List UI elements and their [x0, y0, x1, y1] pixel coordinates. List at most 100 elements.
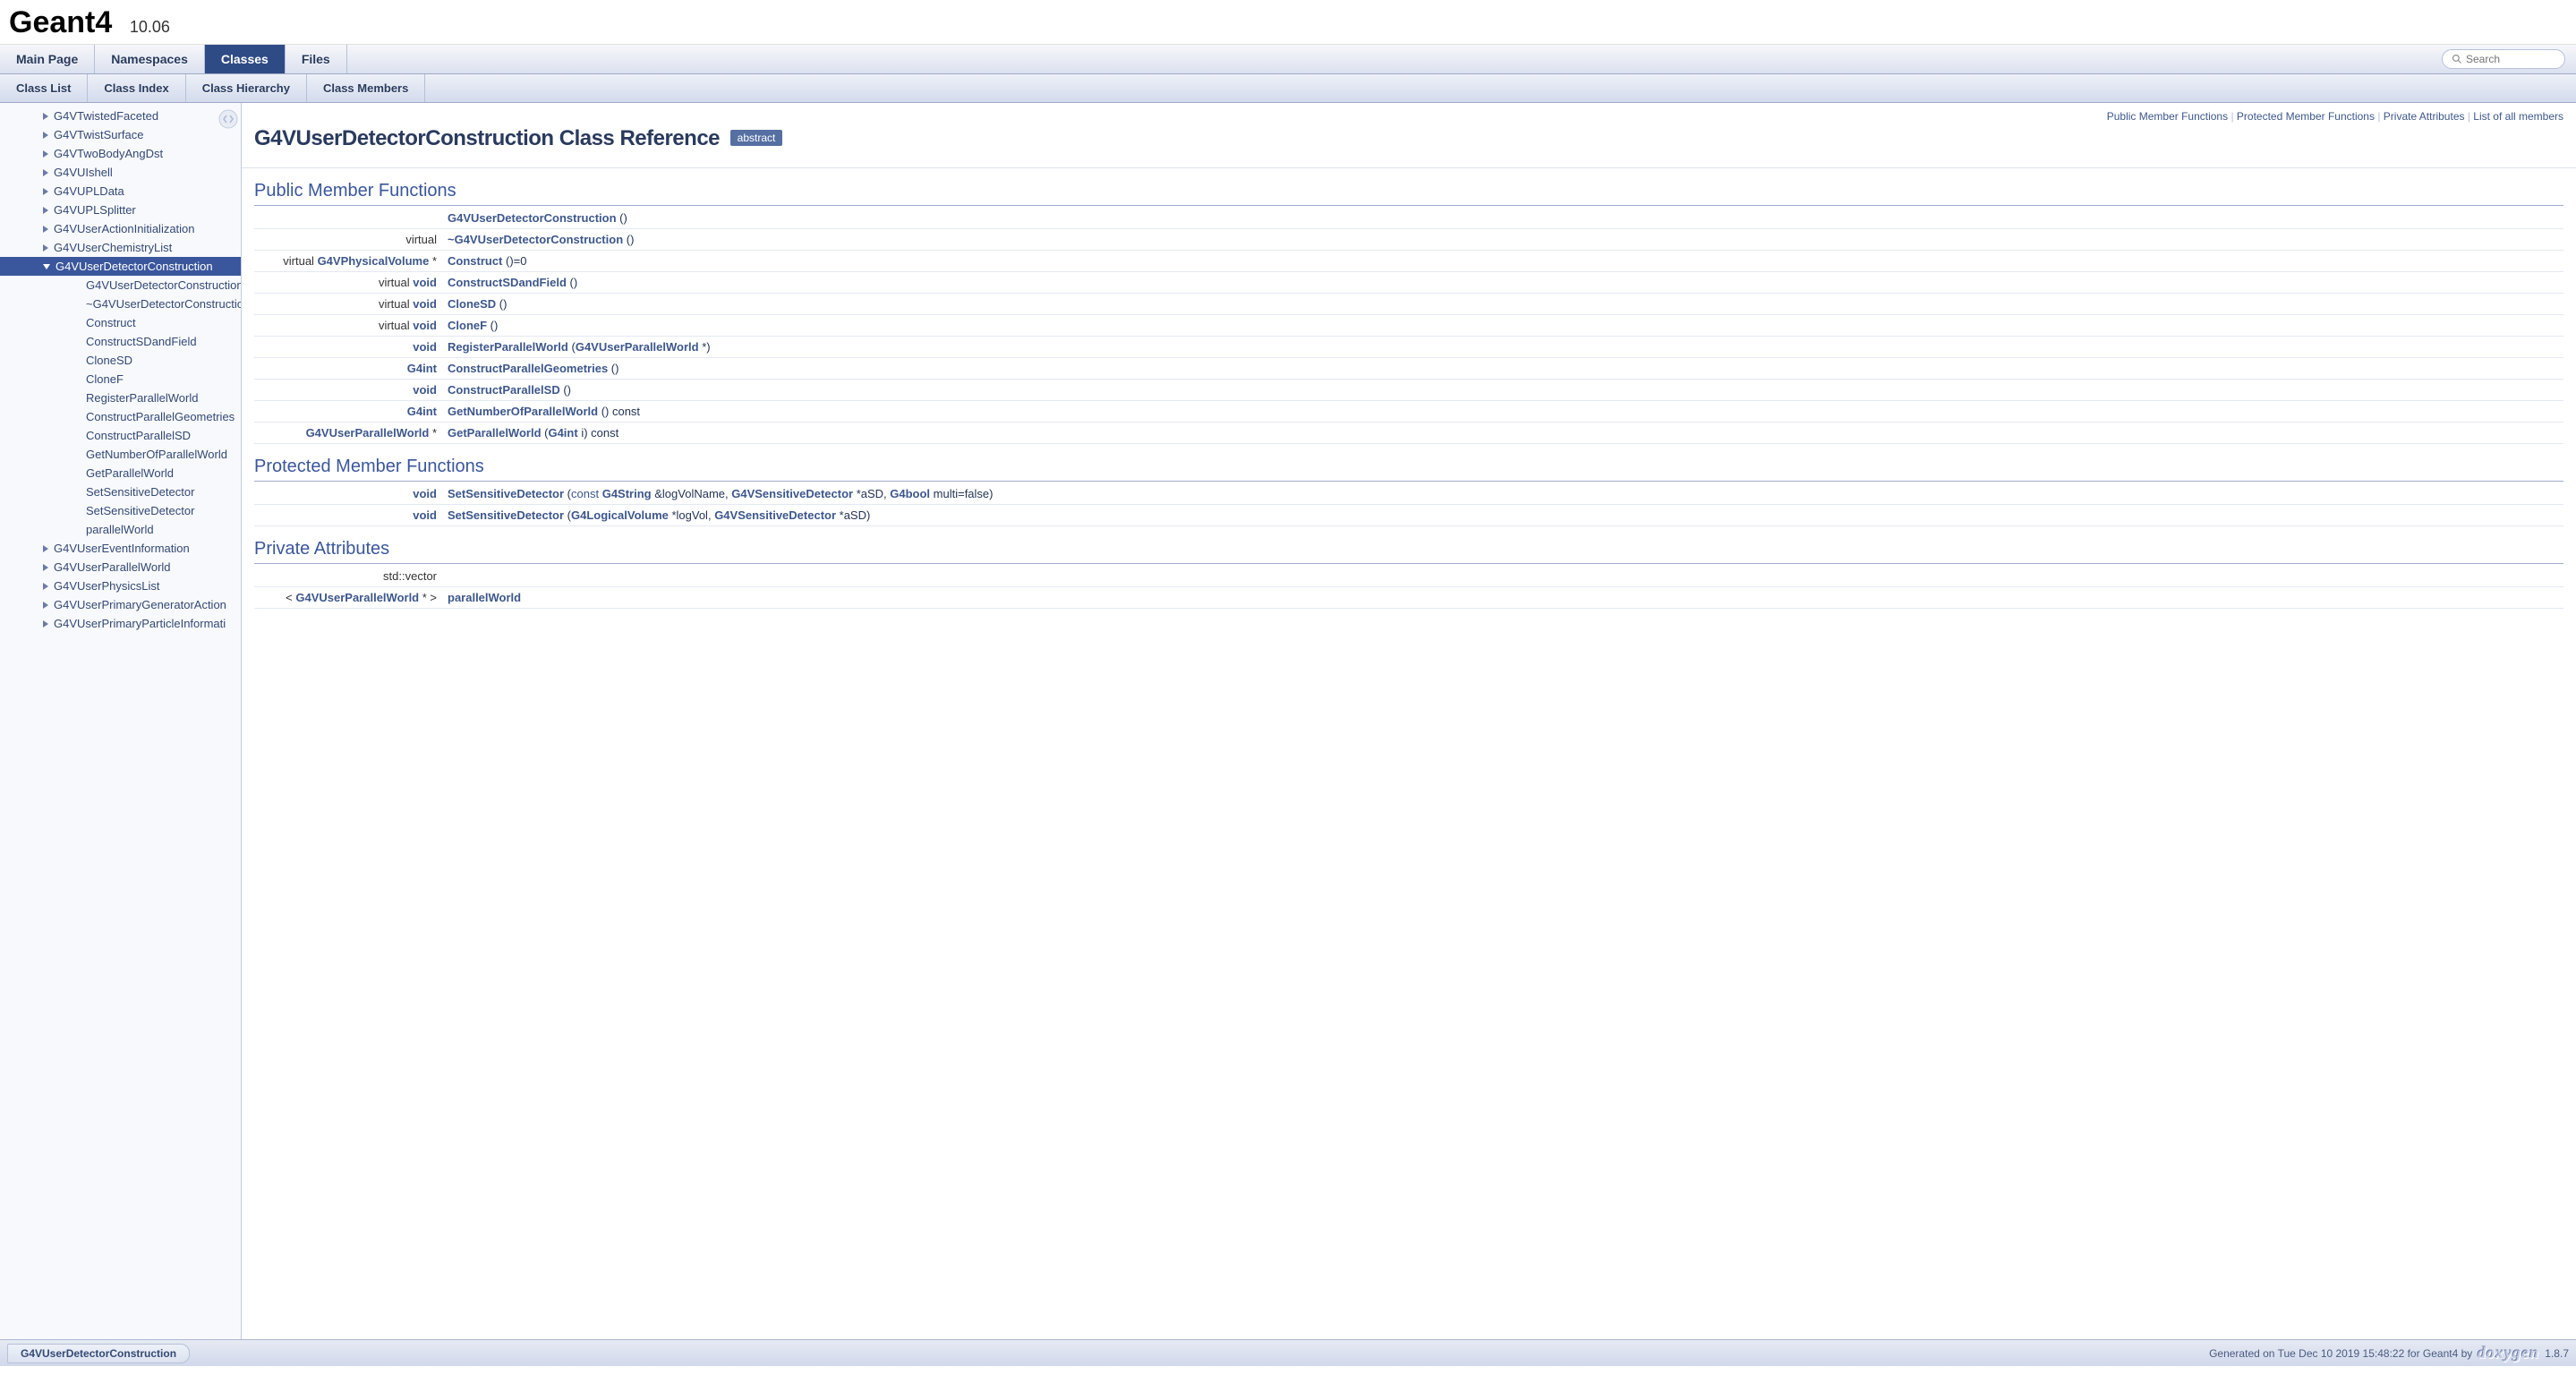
nav-item[interactable]: G4VUPLData: [0, 182, 241, 201]
member-link[interactable]: SetSensitiveDetector: [448, 508, 564, 522]
side-nav[interactable]: G4VTwistedFacetedG4VTwistSurfaceG4VTwoBo…: [0, 103, 242, 1339]
nav-item[interactable]: G4VUserDetectorConstruction: [0, 276, 241, 295]
member-link[interactable]: G4String: [602, 487, 652, 500]
search-input[interactable]: [2466, 53, 2555, 65]
tab-namespaces[interactable]: Namespaces: [95, 45, 205, 73]
expand-arrow-icon[interactable]: [43, 583, 48, 590]
split-handle-icon[interactable]: [218, 108, 239, 130]
summary-link[interactable]: Protected Member Functions: [2237, 110, 2375, 123]
type-link[interactable]: void: [413, 383, 437, 397]
type-link[interactable]: void: [413, 276, 437, 289]
nav-item[interactable]: G4VTwistSurface: [0, 125, 241, 144]
expand-arrow-icon[interactable]: [43, 564, 48, 571]
expand-arrow-icon[interactable]: [43, 113, 48, 120]
expand-arrow-icon[interactable]: [43, 244, 48, 252]
member-link[interactable]: G4VUserDetectorConstruction: [448, 211, 617, 225]
member-link[interactable]: parallelWorld: [448, 591, 521, 604]
expand-arrow-icon[interactable]: [43, 602, 48, 609]
nav-item[interactable]: G4VUserEventInformation: [0, 539, 241, 558]
member-link[interactable]: SetSensitiveDetector: [448, 487, 564, 500]
member-link[interactable]: RegisterParallelWorld: [448, 340, 568, 354]
nav-item[interactable]: G4VTwoBodyAngDst: [0, 144, 241, 163]
nav-item[interactable]: G4VUserDetectorConstruction: [0, 257, 241, 276]
summary-link[interactable]: Private Attributes: [2384, 110, 2465, 123]
type-link[interactable]: void: [413, 508, 437, 522]
type-link[interactable]: void: [413, 487, 437, 500]
expand-arrow-icon[interactable]: [43, 226, 48, 233]
member-link[interactable]: ConstructParallelSD: [448, 383, 560, 397]
member-link[interactable]: Construct: [448, 254, 502, 268]
expand-arrow-icon[interactable]: [43, 620, 48, 628]
expand-arrow-icon[interactable]: [43, 188, 48, 195]
nav-item[interactable]: ConstructParallelSD: [0, 426, 241, 445]
member-link[interactable]: G4bool: [890, 487, 930, 500]
type-link[interactable]: void: [413, 319, 437, 332]
member-link[interactable]: GetParallelWorld: [448, 426, 542, 440]
expand-arrow-icon[interactable]: [43, 169, 48, 176]
subtab-class-index[interactable]: Class Index: [88, 74, 185, 102]
nav-item[interactable]: G4VUserChemistryList: [0, 238, 241, 257]
nav-item[interactable]: GetParallelWorld: [0, 464, 241, 483]
type-link[interactable]: void: [413, 340, 437, 354]
member-link[interactable]: CloneSD: [448, 297, 496, 311]
type-link[interactable]: G4int: [407, 405, 437, 418]
nav-item[interactable]: SetSensitiveDetector: [0, 501, 241, 520]
type-link[interactable]: G4VUserParallelWorld: [295, 591, 419, 604]
member-link[interactable]: G4VSensitiveDetector: [731, 487, 853, 500]
nav-item[interactable]: G4VUserPrimaryParticleInformati: [0, 614, 241, 633]
subtab-class-list[interactable]: Class List: [0, 74, 88, 102]
expand-arrow-icon[interactable]: [43, 150, 48, 158]
nav-item[interactable]: G4VUPLSplitter: [0, 201, 241, 219]
member-link[interactable]: G4LogicalVolume: [571, 508, 669, 522]
nav-item[interactable]: G4VUIshell: [0, 163, 241, 182]
expand-arrow-icon[interactable]: [43, 207, 48, 214]
subtab-class-hierarchy[interactable]: Class Hierarchy: [186, 74, 307, 102]
type-link[interactable]: G4int: [407, 362, 437, 375]
search-box[interactable]: [2442, 49, 2565, 69]
nav-item[interactable]: ConstructSDandField: [0, 332, 241, 351]
nav-item[interactable]: ~G4VUserDetectorConstruction: [0, 295, 241, 313]
spacer: [75, 320, 81, 326]
main-tabs: Main PageNamespacesClassesFiles: [0, 45, 2576, 74]
nav-item-label: G4VUserPrimaryParticleInformati: [54, 617, 226, 630]
member-link[interactable]: G4VSensitiveDetector: [714, 508, 836, 522]
tab-main-page[interactable]: Main Page: [0, 45, 95, 73]
type-link[interactable]: G4VUserParallelWorld: [306, 426, 430, 440]
type-link[interactable]: G4VPhysicalVolume: [318, 254, 430, 268]
expand-arrow-icon[interactable]: [43, 264, 50, 269]
member-link[interactable]: GetNumberOfParallelWorld: [448, 405, 598, 418]
nav-item[interactable]: GetNumberOfParallelWorld: [0, 445, 241, 464]
tab-files[interactable]: Files: [286, 45, 347, 73]
type-link[interactable]: void: [413, 297, 437, 311]
nav-item[interactable]: G4VUserActionInitialization: [0, 219, 241, 238]
nav-item[interactable]: CloneF: [0, 370, 241, 389]
breadcrumb[interactable]: G4VUserDetectorConstruction: [7, 1344, 190, 1363]
nav-item[interactable]: RegisterParallelWorld: [0, 389, 241, 407]
summary-link[interactable]: List of all members: [2473, 110, 2563, 123]
member-link[interactable]: ConstructParallelGeometries: [448, 362, 608, 375]
nav-item[interactable]: G4VUserParallelWorld: [0, 558, 241, 576]
subtab-class-members[interactable]: Class Members: [307, 74, 425, 102]
member-link[interactable]: G4VUserParallelWorld: [576, 340, 699, 354]
member-link[interactable]: CloneF: [448, 319, 487, 332]
nav-path: G4VUserDetectorConstruction Generated on…: [0, 1339, 2576, 1366]
nav-item-label: CloneF: [86, 372, 124, 386]
nav-item[interactable]: G4VUserPrimaryGeneratorAction: [0, 595, 241, 614]
nav-item[interactable]: ConstructParallelGeometries: [0, 407, 241, 426]
nav-item[interactable]: SetSensitiveDetector: [0, 483, 241, 501]
member-link[interactable]: ~G4VUserDetectorConstruction: [448, 233, 623, 246]
doxygen-logo[interactable]: doxygen: [2478, 1344, 2539, 1362]
summary-link[interactable]: Public Member Functions: [2107, 110, 2228, 123]
member-right: CloneSD (): [442, 294, 2563, 315]
nav-item[interactable]: Construct: [0, 313, 241, 332]
nav-item[interactable]: CloneSD: [0, 351, 241, 370]
member-link[interactable]: G4int: [548, 426, 577, 440]
tab-classes[interactable]: Classes: [205, 45, 286, 73]
member-right: GetParallelWorld (G4int i) const: [442, 423, 2563, 444]
nav-item[interactable]: G4VTwistedFaceted: [0, 107, 241, 125]
nav-item[interactable]: G4VUserPhysicsList: [0, 576, 241, 595]
member-link[interactable]: ConstructSDandField: [448, 276, 567, 289]
expand-arrow-icon[interactable]: [43, 545, 48, 552]
expand-arrow-icon[interactable]: [43, 132, 48, 139]
nav-item[interactable]: parallelWorld: [0, 520, 241, 539]
